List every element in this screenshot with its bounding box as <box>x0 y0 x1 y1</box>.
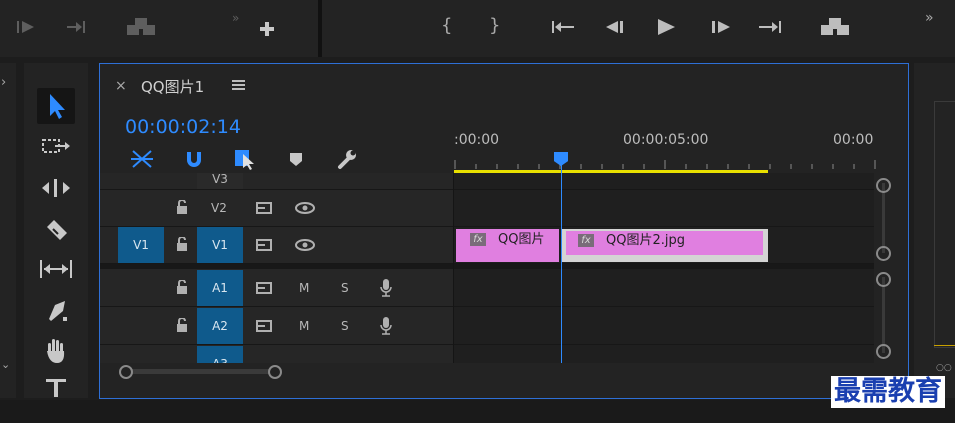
fx-badge: fx <box>470 233 486 246</box>
fx-badge: fx <box>578 234 594 247</box>
clip-qq-image-1[interactable]: fx QQ图片 <box>456 229 559 262</box>
playhead-line[interactable] <box>561 164 562 363</box>
go-to-out-icon-disabled[interactable] <box>66 19 88 35</box>
audio-meters-panel: ○○ <box>914 63 955 398</box>
solo-track-button[interactable]: S <box>341 281 349 295</box>
mark-out-icon[interactable]: } <box>489 17 500 35</box>
linked-selection-icon[interactable] <box>233 148 257 170</box>
clip-name: QQ图片 <box>498 232 545 247</box>
track-v1: V1 V1 fx QQ图片 fx QQ图片2.jpg <box>100 227 874 264</box>
source-patch-v1[interactable]: V1 <box>118 227 164 263</box>
razor-tool-icon[interactable] <box>44 217 70 243</box>
scroll-handle-bottom[interactable] <box>876 246 891 261</box>
ruler-label-end: 00:00 <box>833 132 874 148</box>
collapse-arrow-icon[interactable]: ⌄ <box>1 359 10 370</box>
snap-icon[interactable] <box>184 148 204 170</box>
clip-qq-image-2[interactable]: fx QQ图片2.jpg <box>566 231 763 255</box>
go-to-in-icon[interactable] <box>551 19 575 35</box>
insert-overwrite-sequence-icon[interactable] <box>131 149 153 169</box>
more-controls-icon[interactable]: » <box>232 12 239 24</box>
toggle-sync-lock-icon[interactable] <box>256 320 272 332</box>
slip-tool-icon[interactable] <box>38 258 74 280</box>
voice-over-record-mic-icon[interactable] <box>379 316 393 336</box>
step-back-icon[interactable] <box>604 19 626 35</box>
meter-solo-dots[interactable]: ○○ <box>936 363 952 373</box>
hand-tool-icon[interactable] <box>43 337 69 365</box>
lift-icon[interactable] <box>820 17 850 37</box>
track-v2: V2 <box>100 190 874 227</box>
clip-name: QQ图片2.jpg <box>606 233 685 248</box>
toggle-sync-lock-icon[interactable] <box>256 202 272 214</box>
header-separator <box>453 173 454 363</box>
mark-in-icon[interactable]: { <box>441 17 452 35</box>
track-a3-label[interactable]: A3 <box>197 346 243 363</box>
audio-vertical-scrollbar[interactable] <box>875 269 891 361</box>
ruler-label-5s: 00:00:05:00 <box>623 132 709 148</box>
close-tab-icon[interactable]: × <box>115 78 127 94</box>
scroll-handle-top[interactable] <box>876 272 891 287</box>
expand-arrow-icon[interactable]: › <box>1 76 6 89</box>
lock-track-icon[interactable] <box>176 200 188 214</box>
sequence-tab-title[interactable]: QQ图片1 <box>141 76 204 97</box>
timeline-zoom-scrollbar[interactable] <box>118 364 284 380</box>
left-panel-edge: › ⌄ <box>0 63 16 398</box>
timeline-panel: × QQ图片1 00:00:02:14 :00:00 00:00:05:00 0… <box>99 63 909 399</box>
scroll-handle-bottom[interactable] <box>876 344 891 359</box>
audio-meter-peak <box>934 345 955 346</box>
track-a2: A2 M S <box>100 308 874 345</box>
playhead-timecode[interactable]: 00:00:02:14 <box>125 116 241 138</box>
track-a2-label[interactable]: A2 <box>197 308 243 344</box>
ripple-edit-tool-icon[interactable] <box>40 177 72 199</box>
add-button-icon[interactable] <box>259 21 275 37</box>
lock-track-icon[interactable] <box>176 280 188 294</box>
status-bar <box>0 400 955 423</box>
selection-tool-icon[interactable] <box>37 88 75 124</box>
go-to-out-icon[interactable] <box>758 19 782 35</box>
ruler-label-start: :00:00 <box>454 132 500 148</box>
track-select-tool-icon[interactable] <box>41 136 71 158</box>
pen-tool-icon[interactable] <box>43 297 71 325</box>
watermark-logo: 最需教育 <box>831 376 945 408</box>
toggle-output-eye-icon[interactable] <box>295 202 315 214</box>
add-marker-icon[interactable] <box>289 152 303 168</box>
type-tool-icon[interactable] <box>45 377 67 399</box>
play-in-to-out-icon[interactable] <box>16 19 36 35</box>
mute-track-button[interactable]: M <box>299 319 309 333</box>
track-a3: A3 <box>100 346 874 363</box>
toggle-sync-lock-icon[interactable] <box>256 239 272 251</box>
panel-menu-icon[interactable] <box>232 79 246 91</box>
tools-panel <box>24 63 88 398</box>
audio-meter <box>934 101 955 348</box>
track-v3-label[interactable]: V3 <box>197 173 243 189</box>
lock-track-icon[interactable] <box>176 318 188 332</box>
zoom-handle-right[interactable] <box>268 365 282 379</box>
zoom-handle-left[interactable] <box>119 365 133 379</box>
ruler-ticks <box>454 160 876 169</box>
video-audio-divider[interactable] <box>100 264 874 269</box>
mute-track-button[interactable]: M <box>299 281 309 295</box>
voice-over-record-mic-icon[interactable] <box>379 278 393 298</box>
track-v1-label[interactable]: V1 <box>197 227 243 263</box>
more-icon[interactable]: » <box>925 11 934 25</box>
time-ruler[interactable]: :00:00 00:00:05:00 00:00 <box>454 124 892 172</box>
play-icon[interactable] <box>656 18 676 36</box>
program-monitor-controls: » { } » <box>0 0 955 57</box>
track-v2-label[interactable]: V2 <box>211 201 227 215</box>
export-frame-icon[interactable] <box>126 17 156 37</box>
solo-track-button[interactable]: S <box>341 319 349 333</box>
scroll-handle-top[interactable] <box>876 178 891 193</box>
track-v3: V3 <box>100 173 874 190</box>
toggle-output-eye-icon[interactable] <box>295 239 315 251</box>
track-a1: A1 M S <box>100 270 874 307</box>
lock-track-icon[interactable] <box>176 237 188 251</box>
timeline-settings-wrench-icon[interactable] <box>336 148 358 170</box>
video-vertical-scrollbar[interactable] <box>875 173 891 263</box>
toggle-sync-lock-icon[interactable] <box>256 282 272 294</box>
step-forward-icon[interactable] <box>710 19 732 35</box>
track-a1-label[interactable]: A1 <box>197 270 243 306</box>
